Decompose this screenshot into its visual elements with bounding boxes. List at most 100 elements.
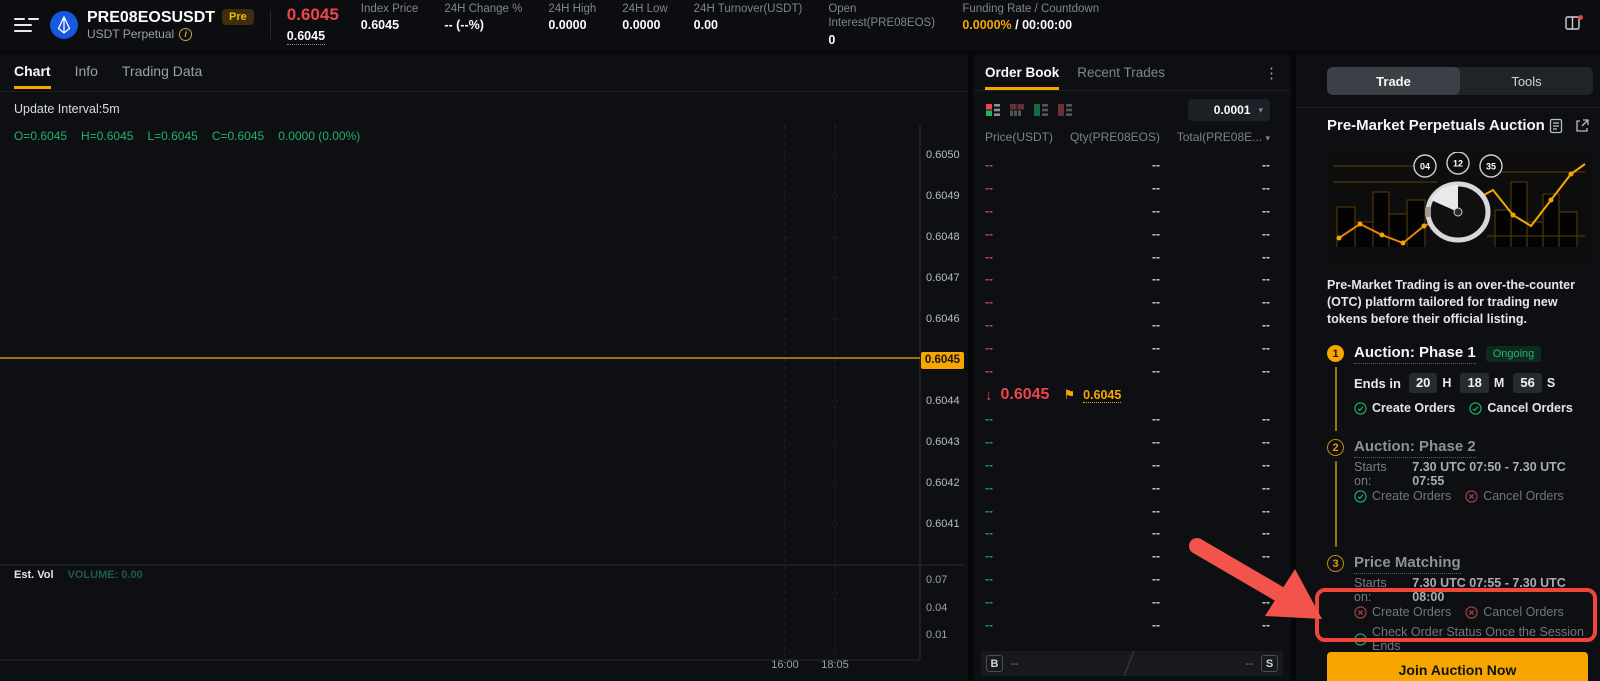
sell-box[interactable]: S	[1261, 655, 1278, 672]
tab-trade[interactable]: Trade	[1327, 67, 1460, 95]
view-mode-bids-icon[interactable]	[1033, 102, 1049, 118]
divider	[270, 11, 271, 39]
tab-recent-trades[interactable]: Recent Trades	[1077, 55, 1165, 90]
hamburger-menu-icon[interactable]	[0, 0, 46, 50]
bid-price: --	[985, 481, 1065, 495]
ask-total: --	[1160, 250, 1270, 264]
bid-qty: --	[1065, 549, 1160, 563]
ask-qty: --	[1065, 227, 1160, 241]
ask-total: --	[1160, 204, 1270, 218]
phase-title[interactable]: Auction: Phase 1	[1354, 344, 1476, 364]
buy-sell-ratio-bar: B -- -- S	[981, 651, 1283, 676]
top-bar: PRE08EOSUSDT Pre USDT Perpetual i 0.6045…	[0, 0, 1600, 50]
bid-row[interactable]: ------	[985, 408, 1270, 431]
bid-row[interactable]: ------	[985, 590, 1270, 613]
view-mode-depth-icon[interactable]	[1009, 102, 1025, 118]
ask-qty: --	[1065, 272, 1160, 286]
phase-schedule: Starts on:7.30 UTC 07:50 - 7.30 UTC 07:5…	[1354, 465, 1590, 482]
tab-trading-data[interactable]: Trading Data	[122, 63, 202, 89]
bid-price: --	[985, 595, 1065, 609]
volume-axis-label: 0.01	[926, 628, 966, 642]
update-interval-label: Update Interval:5m	[14, 102, 120, 116]
ask-row[interactable]: ------	[985, 291, 1270, 314]
bid-row[interactable]: ------	[985, 522, 1270, 545]
ask-row[interactable]: ------	[985, 200, 1270, 223]
chevron-down-icon: ▾	[1258, 105, 1263, 116]
guide-doc-icon[interactable]	[1548, 118, 1564, 134]
bid-qty: --	[1065, 412, 1160, 426]
countdown-bubbles: 04 12 35	[1414, 152, 1502, 177]
sidebar-tabs: Trade Tools	[1327, 67, 1593, 95]
svg-text:35: 35	[1486, 162, 1496, 172]
mark-price[interactable]: 0.6045	[287, 29, 325, 45]
col-total-header[interactable]: Total(PRE08E... ▾	[1160, 130, 1270, 144]
ask-price: --	[985, 295, 1065, 309]
bid-row[interactable]: ------	[985, 454, 1270, 477]
countdown-prefix: Ends in	[1354, 376, 1401, 391]
bid-total: --	[1160, 572, 1270, 586]
permission-cross: Cancel Orders	[1465, 489, 1564, 503]
bid-price: --	[985, 435, 1065, 449]
auction-phase-3: 3Price MatchingStarts on:7.30 UTC 07:55 …	[1327, 553, 1590, 653]
tick-size-dropdown[interactable]: 0.0001 ▾	[1188, 99, 1270, 121]
phase-number: 1	[1327, 345, 1344, 362]
tab-order-book[interactable]: Order Book	[985, 55, 1059, 90]
phase-title[interactable]: Auction: Phase 2	[1354, 438, 1476, 458]
ask-qty: --	[1065, 364, 1160, 378]
bid-row[interactable]: ------	[985, 476, 1270, 499]
ask-price: --	[985, 318, 1065, 332]
stat-value: 0.6045	[361, 18, 419, 34]
ask-qty: --	[1065, 318, 1160, 332]
price-chart[interactable]	[0, 125, 965, 670]
pre-badge: Pre	[222, 9, 254, 25]
bid-row[interactable]: ------	[985, 545, 1270, 568]
buy-box[interactable]: B	[986, 655, 1003, 672]
ask-total: --	[1160, 181, 1270, 195]
ask-row[interactable]: ------	[985, 336, 1270, 359]
join-auction-button[interactable]: Join Auction Now	[1327, 652, 1588, 681]
permission-check: Cancel Orders	[1469, 401, 1572, 415]
info-icon[interactable]: i	[179, 28, 192, 41]
orderbook-panel-toggle-icon[interactable]	[1564, 14, 1584, 37]
divider	[1296, 107, 1600, 108]
ask-row[interactable]: ------	[985, 359, 1270, 382]
ask-row[interactable]: ------	[985, 314, 1270, 337]
bid-price: --	[985, 458, 1065, 472]
stat-value: 0	[828, 33, 936, 49]
bid-row[interactable]: ------	[985, 568, 1270, 591]
tab-tools[interactable]: Tools	[1460, 67, 1593, 95]
more-menu-icon[interactable]: ⋮	[1264, 64, 1279, 82]
phase-number: 2	[1327, 439, 1344, 456]
ask-total: --	[1160, 227, 1270, 241]
view-mode-both-icon[interactable]	[985, 102, 1001, 118]
tab-chart[interactable]: Chart	[14, 63, 51, 89]
ask-row[interactable]: ------	[985, 154, 1270, 177]
phase-title[interactable]: Price Matching	[1354, 554, 1461, 574]
mark-price-link[interactable]: 0.6045	[1083, 388, 1121, 403]
svg-text:04: 04	[1420, 162, 1430, 172]
funding-countdown: / 00:00:00	[1012, 18, 1072, 32]
stat-label: 24H High	[548, 2, 596, 16]
tab-info[interactable]: Info	[75, 63, 98, 89]
bid-row[interactable]: ------	[985, 499, 1270, 522]
price-axis-label: 0.6050	[926, 148, 966, 162]
bid-row[interactable]: ------	[985, 431, 1270, 454]
symbol-title[interactable]: PRE08EOSUSDT	[87, 9, 215, 27]
stat-value: -- (--%)	[444, 18, 522, 34]
check-circle-icon	[1469, 402, 1482, 415]
auction-sidebar: Trade Tools Pre-Market Perpetuals Auctio…	[1296, 55, 1600, 681]
bid-qty: --	[1065, 526, 1160, 540]
permission-cross: Create Orders	[1354, 605, 1451, 619]
view-mode-asks-icon[interactable]	[1057, 102, 1073, 118]
stat-value: 0.0000% / 00:00:00	[962, 18, 1099, 34]
bid-row[interactable]: ------	[985, 613, 1270, 636]
phase-countdown: Ends in20H18M56S	[1354, 372, 1590, 394]
ask-row[interactable]: ------	[985, 245, 1270, 268]
external-link-icon[interactable]	[1574, 118, 1590, 134]
ask-row[interactable]: ------	[985, 268, 1270, 291]
col-qty-header: Qty(PRE08EOS)	[1065, 130, 1160, 144]
ask-qty: --	[1065, 341, 1160, 355]
ask-total: --	[1160, 318, 1270, 332]
ask-row[interactable]: ------	[985, 222, 1270, 245]
ask-row[interactable]: ------	[985, 177, 1270, 200]
